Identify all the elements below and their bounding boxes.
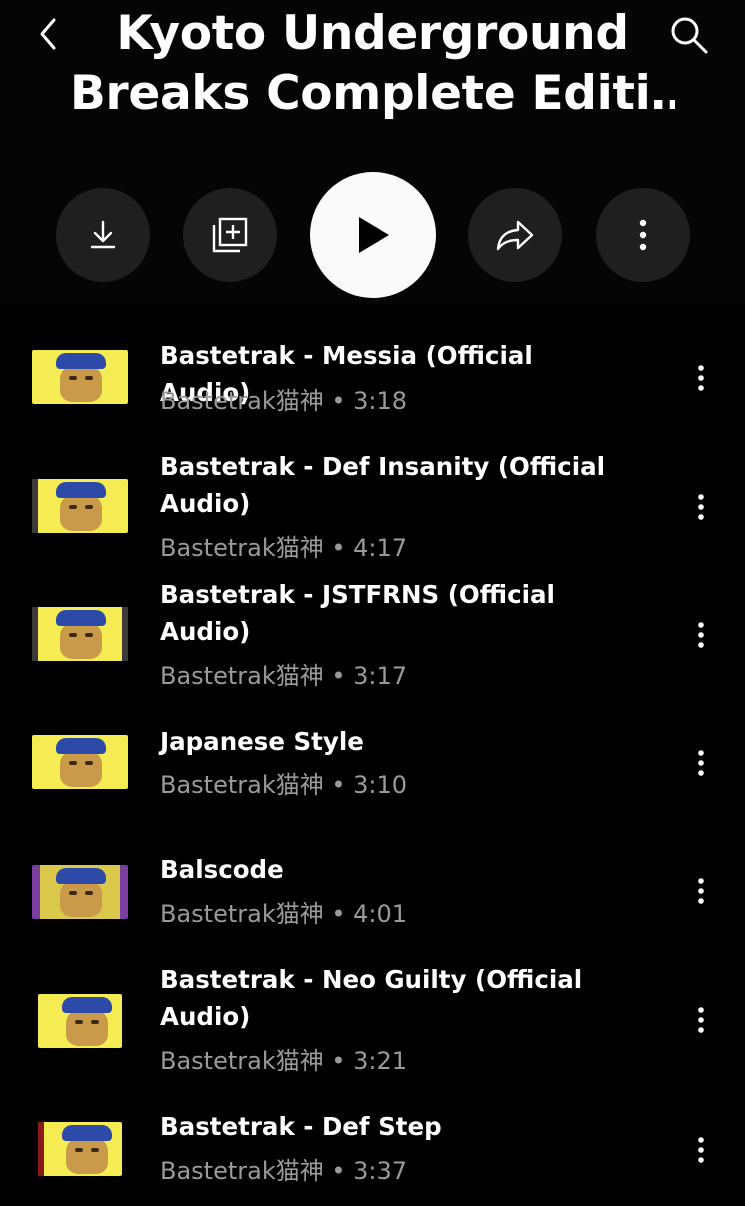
track-row[interactable]: Bastetrak - Neo Guilty (Official Audio) … — [0, 958, 745, 1106]
playlist-header: Kyoto Underground Breaks Complete Editi… — [0, 0, 745, 305]
play-icon — [359, 217, 389, 253]
track-more-button[interactable] — [684, 998, 718, 1042]
add-to-playlist-icon — [212, 217, 248, 253]
track-thumbnail — [32, 607, 128, 661]
track-more-button[interactable] — [684, 613, 718, 657]
track-thumbnail — [32, 865, 128, 919]
more-vertical-icon — [698, 622, 704, 648]
track-thumbnail — [32, 479, 128, 533]
play-button[interactable] — [310, 172, 436, 298]
back-button[interactable] — [30, 14, 66, 54]
track-row[interactable]: Bastetrak - Messia (Official Audio) Bast… — [0, 318, 745, 428]
track-meta: Bastetrak猫神 • 3:21 — [160, 1047, 408, 1075]
track-more-button[interactable] — [684, 741, 718, 785]
track-row[interactable]: Japanese Style Bastetrak猫神 • 3:10 — [0, 702, 745, 830]
track-thumbnail — [38, 994, 122, 1048]
search-button[interactable] — [666, 12, 712, 58]
more-vertical-icon — [698, 1007, 704, 1033]
share-button[interactable] — [468, 188, 562, 282]
track-more-button[interactable] — [684, 1128, 718, 1172]
track-title: Bastetrak - Def Insanity (Official Audio… — [160, 452, 606, 518]
more-vertical-icon — [698, 878, 704, 904]
track-more-button[interactable] — [684, 485, 718, 529]
playlist-title: Kyoto Underground Breaks Complete Editi… — [70, 4, 675, 124]
more-options-button[interactable] — [596, 188, 690, 282]
track-title: Bastetrak - Neo Guilty (Official Audio) — [160, 965, 583, 1031]
more-vertical-icon — [698, 1137, 704, 1163]
track-thumbnail — [38, 1122, 122, 1176]
more-vertical-icon — [698, 494, 704, 520]
download-button[interactable] — [56, 188, 150, 282]
chevron-left-icon — [40, 18, 56, 50]
track-meta: Bastetrak猫神 • 3:10 — [160, 771, 408, 799]
more-vertical-icon — [639, 219, 647, 251]
track-thumbnail — [32, 735, 128, 789]
track-title: Bastetrak - JSTFRNS (Official Audio) — [160, 580, 555, 646]
track-row[interactable]: Balscode Bastetrak猫神 • 4:01 — [0, 830, 745, 958]
track-title: Japanese Style — [160, 727, 364, 756]
download-icon — [90, 220, 116, 249]
action-bar — [0, 170, 745, 300]
add-to-playlist-button[interactable] — [183, 188, 277, 282]
share-icon — [496, 220, 534, 251]
more-vertical-icon — [698, 365, 704, 391]
playlist-title-line-2: Breaks Complete Editi… — [70, 66, 675, 121]
track-meta: Bastetrak猫神 • 4:01 — [160, 900, 408, 928]
track-row[interactable]: Bastetrak - Def Insanity (Official Audio… — [0, 446, 745, 574]
track-more-button[interactable] — [684, 356, 718, 400]
track-meta: Bastetrak猫神 • 3:18 — [160, 387, 408, 415]
track-meta: Bastetrak猫神 • 3:37 — [160, 1157, 408, 1185]
playlist-title-line-1: Kyoto Underground — [116, 6, 629, 61]
track-more-button[interactable] — [684, 869, 718, 913]
track-thumbnail — [32, 350, 128, 404]
track-row[interactable]: Bastetrak - JSTFRNS (Official Audio) Bas… — [0, 574, 745, 702]
track-row[interactable]: Bastetrak - Def Step Bastetrak猫神 • 3:37 — [0, 1106, 745, 1206]
track-meta: Bastetrak猫神 • 3:17 — [160, 662, 408, 690]
more-vertical-icon — [698, 750, 704, 776]
search-icon — [671, 17, 708, 54]
track-meta: Bastetrak猫神 • 4:17 — [160, 534, 408, 562]
track-title: Bastetrak - Def Step — [160, 1112, 442, 1141]
track-title: Balscode — [160, 855, 284, 884]
